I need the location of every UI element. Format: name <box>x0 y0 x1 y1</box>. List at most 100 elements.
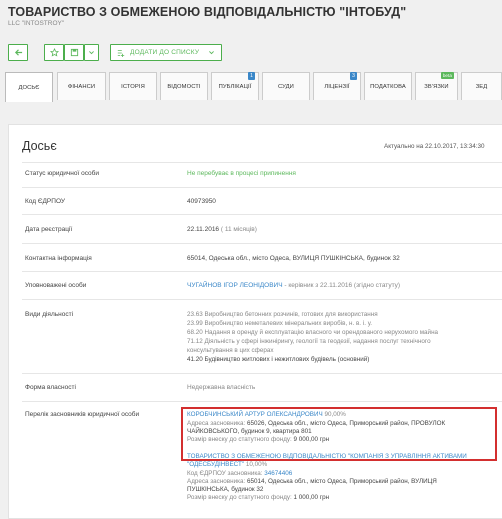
activities-label: Види діяльності <box>25 311 74 318</box>
tab-label: ЗЕД <box>475 83 488 90</box>
tab-label: ПОДАТКОВА <box>370 83 406 90</box>
capital-value: 1 000,00 грн <box>293 494 330 501</box>
tab-bar: ДОСЬЄ ФІНАНСИ ІСТОРІЯ ВІДОМОСТІ ПУБЛІКАЦ… <box>5 72 502 102</box>
founder-2-address: Адреса засновника: 65014, Одеська обл., … <box>187 478 437 485</box>
tab-label: ІСТОРІЯ <box>121 83 145 90</box>
divider <box>22 162 502 163</box>
tab-label: СУДИ <box>278 83 294 90</box>
arrow-left-icon <box>14 49 22 56</box>
authorized-value: ЧУГАЙНОВ ІГОР ЛЕОНІДОВИЧ - керівник з 22… <box>187 282 400 289</box>
tab-licenses[interactable]: ЛІЦЕНЗІЇ 3 <box>313 72 361 100</box>
capital-label: Розмір внеску до статутного фонду: <box>187 494 292 501</box>
divider <box>22 243 502 244</box>
updated-timestamp: Актуально на 22.10.2017, 13:34:30 <box>384 143 485 150</box>
divider <box>22 373 502 374</box>
tab-history[interactable]: ІСТОРІЯ <box>109 72 157 100</box>
tab-publications[interactable]: ПУБЛІКАЦІЇ 1 <box>211 72 259 100</box>
status-label: Статус юридичної особи <box>25 170 100 177</box>
divider <box>22 401 502 402</box>
favorite-button[interactable] <box>44 44 64 61</box>
address-label: Адреса засновника: <box>187 478 246 485</box>
address-label: Адреса засновника: <box>187 420 246 427</box>
tab-finance[interactable]: ФІНАНСИ <box>57 72 106 100</box>
registration-date: 22.11.2016 <box>187 226 220 233</box>
company-title: ТОВАРИСТВО З ОБМЕЖЕНОЮ ВІДПОВІДАЛЬНІСТЮ … <box>8 5 407 19</box>
capital-label: Розмір внеску до статутного фонду: <box>187 436 292 443</box>
founder-2-code: Код ЄДРПОУ засновника: 34674406 <box>187 470 292 477</box>
registration-value: 22.11.2016 ( 11 місяців) <box>187 226 257 233</box>
founder-1-name-link[interactable]: КОРОБЧИНСЬКИЙ АРТУР ОЛЕКСАНДРОВИЧ <box>187 411 323 418</box>
floppy-icon <box>70 48 78 57</box>
divider <box>22 214 502 215</box>
edrpou-value: 40973950 <box>187 198 216 205</box>
registration-age: ( 11 місяців) <box>220 226 257 233</box>
licenses-badge: 3 <box>350 72 357 80</box>
founder-2-name-line2: "ОДЕСБУДІНВЕСТ" 10,00% <box>187 461 267 468</box>
code-label: Код ЄДРПОУ засновника: <box>187 470 263 477</box>
divider <box>22 271 502 272</box>
contact-label: Контактна інформація <box>25 255 92 262</box>
ownership-label: Форма власності <box>25 384 76 391</box>
save-button[interactable] <box>64 44 84 61</box>
tab-records[interactable]: ВІДОМОСТІ <box>160 72 208 100</box>
founder-1-address-cont: ЧАЙКОВСЬКОГО, будинок 9, квартира 801 <box>187 428 312 435</box>
page-title: Досьє <box>22 139 57 153</box>
founder-2-name-link[interactable]: ТОВАРИСТВО З ОБМЕЖЕНОЮ ВІДПОВІДАЛЬНІСТЮ … <box>187 453 467 460</box>
address-value: ЧАЙКОВСЬКОГО, будинок 9, квартира 801 <box>187 428 312 435</box>
activity-item: 23.99 Виробництво неметалевих мінеральни… <box>187 320 372 327</box>
founder-2-capital: Розмір внеску до статутного фонду: 1 000… <box>187 494 329 501</box>
tab-tax[interactable]: ПОДАТКОВА <box>364 72 412 100</box>
tab-relations[interactable]: ЗВ'ЯЗКИ beta <box>415 72 458 100</box>
authorized-role: - керівник з 22.11.2016 (згідно статуту) <box>284 282 401 289</box>
edrpou-label: Код ЄДРПОУ <box>25 198 65 205</box>
capital-value: 9 000,00 грн <box>293 436 330 443</box>
contact-value: 65014, Одеська обл., місто Одеса, ВУЛИЦЯ… <box>187 255 400 262</box>
authorized-person-link[interactable]: ЧУГАЙНОВ ІГОР ЛЕОНІДОВИЧ <box>187 282 283 289</box>
add-list-icon <box>117 49 125 57</box>
activity-item: 68.20 Надання в оренду й експлуатацію вл… <box>187 329 439 336</box>
founder-2-name-link[interactable]: "ОДЕСБУДІНВЕСТ" <box>187 461 244 468</box>
tab-label: ЛІЦЕНЗІЇ <box>324 83 350 90</box>
divider <box>22 187 502 188</box>
star-icon <box>49 48 59 57</box>
founder-2-name-line1: ТОВАРИСТВО З ОБМЕЖЕНОЮ ВІДПОВІДАЛЬНІСТЮ … <box>187 453 467 460</box>
address-value: 65014, Одеська обл., місто Одеса, Примор… <box>247 478 437 485</box>
company-subtitle: LLC "INTOSTROY" <box>8 20 65 27</box>
back-button[interactable] <box>8 44 28 61</box>
tab-label: ВІДОМОСТІ <box>167 83 201 90</box>
founder-2-share: 10,00% <box>245 461 268 468</box>
save-dropdown-button[interactable] <box>84 44 99 61</box>
ownership-value: Недержавна власність <box>187 384 256 391</box>
tab-label: ПУБЛІКАЦІЇ <box>218 83 252 90</box>
chevron-down-icon <box>209 51 214 55</box>
tab-courts[interactable]: СУДИ <box>262 72 310 100</box>
founder-2-code-link[interactable]: 34674406 <box>264 470 292 477</box>
divider <box>22 299 502 300</box>
address-value: 65026, Одеська обл., місто Одеса, Примор… <box>247 420 446 427</box>
chevron-down-icon <box>89 51 94 55</box>
tab-label: ФІНАНСИ <box>67 83 96 90</box>
publications-badge: 1 <box>248 72 255 80</box>
tab-dossier[interactable]: ДОСЬЄ <box>5 72 53 102</box>
founder-1-share: 90,00% <box>324 411 346 418</box>
activity-item-main: 41.20 Будівництво житлових і нежитлових … <box>187 356 370 363</box>
founder-1-address: Адреса засновника: 65026, Одеська обл., … <box>187 420 445 427</box>
status-value: Не перебуває в процесі припинення <box>187 170 296 177</box>
address-value: ПУШКІНСЬКА, будинок 32 <box>187 486 264 493</box>
founder-2-address-cont: ПУШКІНСЬКА, будинок 32 <box>187 486 263 493</box>
registration-label: Дата реєстрації <box>25 226 73 233</box>
tab-label: ЗВ'ЯЗКИ <box>424 83 449 90</box>
activity-item: 23.63 Виробництво бетонних розчинів, гот… <box>187 311 378 318</box>
beta-badge: beta <box>440 72 454 79</box>
add-to-list-label: ДОДАТИ ДО СПИСКУ <box>130 49 200 56</box>
founder-1: КОРОБЧИНСЬКИЙ АРТУР ОЛЕКСАНДРОВИЧ 90,00% <box>187 411 346 418</box>
founder-1-capital: Розмір внеску до статутного фонду: 9 000… <box>187 436 329 443</box>
tab-label: ДОСЬЄ <box>18 84 40 91</box>
tab-foreign-trade[interactable]: ЗЕД <box>461 72 502 100</box>
authorized-label: Уповноважені особи <box>25 282 87 289</box>
dossier-panel: Досьє Актуально на 22.10.2017, 13:34:30 … <box>8 124 502 519</box>
activity-item: 71.12 Діяльність у сфері інжинірингу, ге… <box>187 338 431 345</box>
activity-item: консультування в цих сферах <box>187 347 274 354</box>
founders-label: Перелік засновників юридичної особи <box>25 411 140 418</box>
add-to-list-button[interactable]: ДОДАТИ ДО СПИСКУ <box>110 44 222 61</box>
